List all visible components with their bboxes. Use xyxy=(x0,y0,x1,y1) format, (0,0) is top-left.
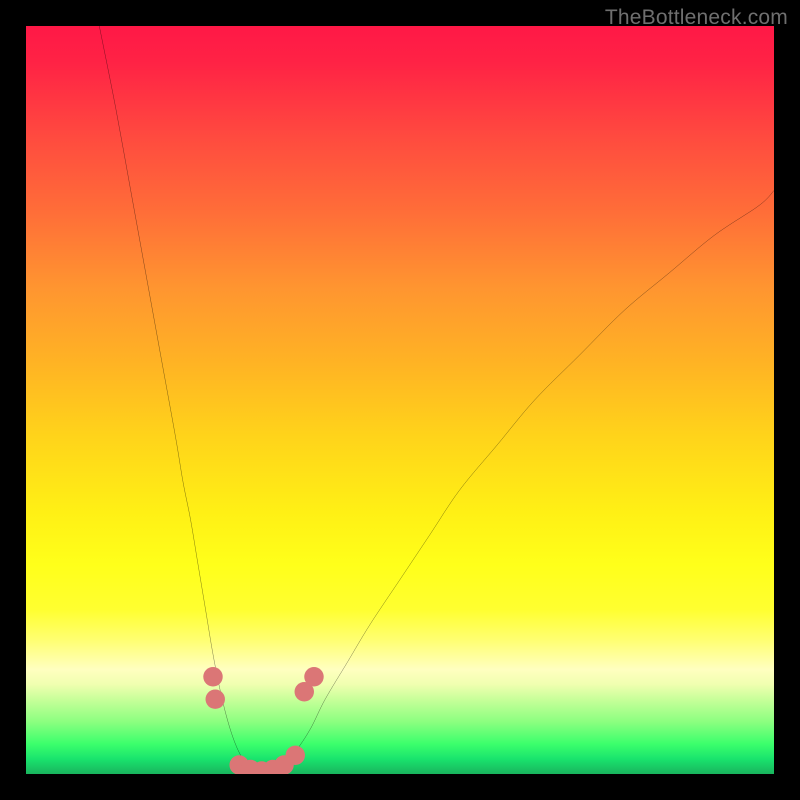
watermark-text: TheBottleneck.com xyxy=(605,6,788,30)
plot-area xyxy=(26,26,774,774)
chart-frame: TheBottleneck.com xyxy=(0,0,800,800)
data-marker xyxy=(206,689,225,708)
curve-svg xyxy=(26,26,774,774)
curve-bottleneck-right xyxy=(265,191,774,774)
data-marker xyxy=(304,667,323,686)
data-marker xyxy=(203,667,222,686)
curve-bottleneck-left xyxy=(99,26,265,774)
data-marker xyxy=(286,746,305,765)
